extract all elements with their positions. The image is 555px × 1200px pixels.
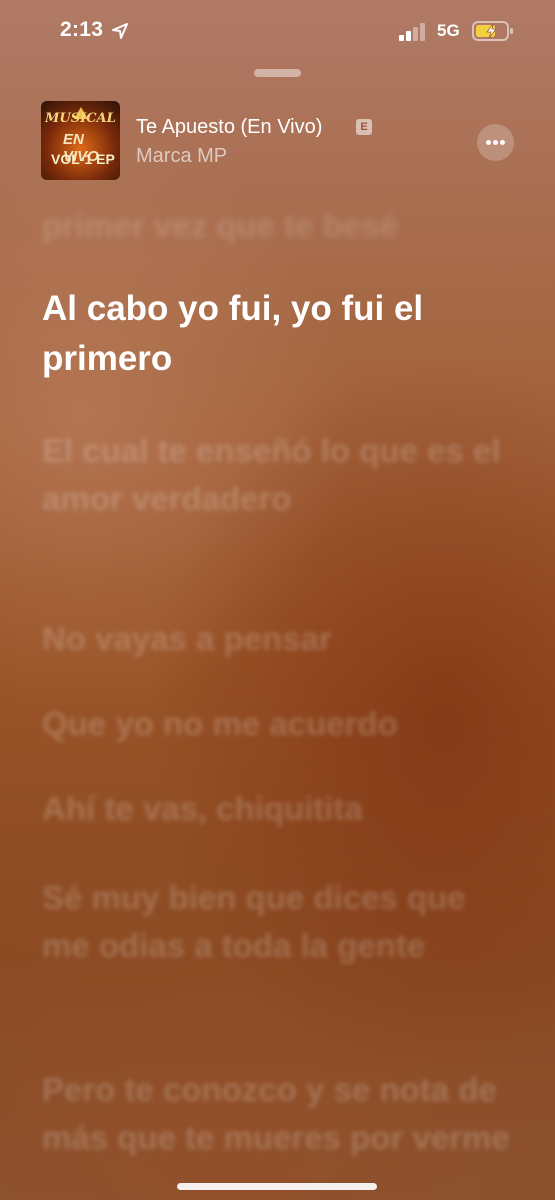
album-art-text-3: VOL-1 EP	[51, 151, 115, 167]
explicit-badge: E	[356, 119, 372, 135]
sheet-grabber[interactable]	[254, 69, 301, 77]
lyric-line-previous[interactable]: primer vez que te besé	[42, 202, 512, 250]
album-artwork[interactable]: MUSICAL EN VIVO VOL-1 EP	[41, 101, 120, 180]
lyric-line[interactable]: Sé muy bien que dices que me odias a tod…	[42, 874, 512, 970]
lyric-line[interactable]: Ahí te vas, chiquitita	[42, 785, 512, 833]
ellipsis-dot	[493, 140, 498, 145]
lyric-line-active[interactable]: Al cabo yo fui, yo fui el primero	[42, 284, 512, 384]
ellipsis-icon	[486, 140, 491, 145]
song-title[interactable]: Te Apuesto (En Vivo)	[136, 116, 322, 139]
network-type: 5G	[437, 21, 460, 40]
lyric-line[interactable]: No vayas a pensar	[42, 615, 512, 663]
more-options-button[interactable]	[477, 124, 514, 161]
signal-bars-icon	[399, 23, 425, 41]
lyric-line[interactable]: Que yo no me acuerdo	[42, 700, 512, 748]
lyric-line[interactable]: Pero te conozco y se nota de más que te …	[42, 1066, 512, 1162]
lyric-line[interactable]: El cual te enseñó lo que es el amor verd…	[42, 427, 512, 523]
status-bar: 2:13 5G	[0, 0, 555, 64]
status-time: 2:13	[60, 18, 104, 41]
battery-charging-icon	[472, 21, 513, 41]
artist-name[interactable]: Marca MP	[136, 145, 227, 168]
ellipsis-dot	[500, 140, 505, 145]
location-arrow-icon	[112, 23, 128, 39]
home-indicator[interactable]	[177, 1183, 377, 1190]
album-art-text-1: MUSICAL	[45, 111, 116, 126]
